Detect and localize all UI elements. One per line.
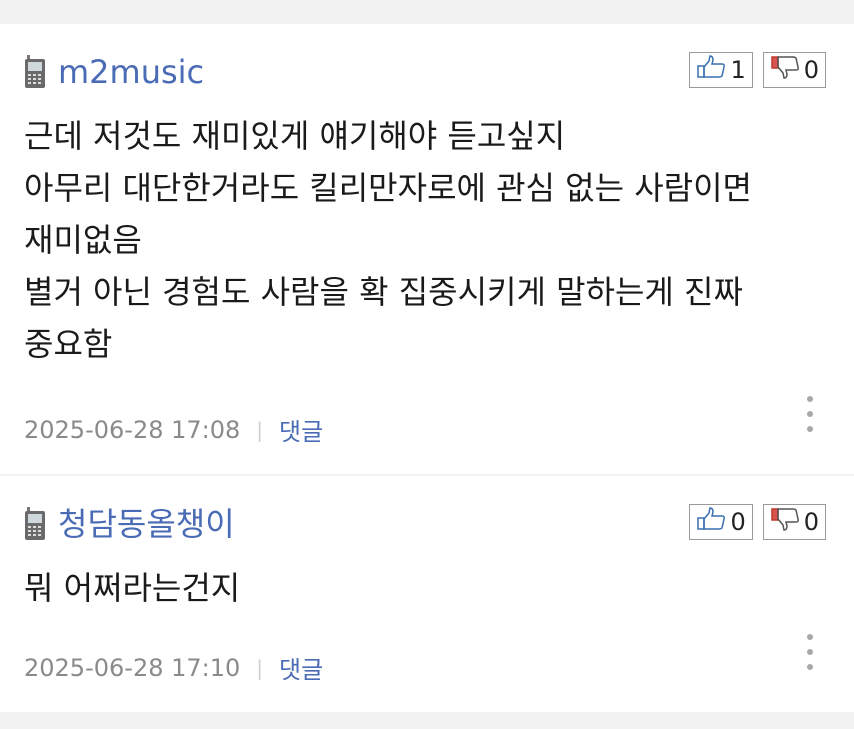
like-count: 1 <box>730 56 746 84</box>
thumbs-down-icon <box>770 507 804 537</box>
like-button[interactable]: 1 <box>689 52 753 88</box>
comment-item: 청담동올챙이 0 0 뭐 어쩌라는건지 2025-06-28 17:10 | 댓… <box>0 476 854 712</box>
dislike-button[interactable]: 0 <box>762 504 826 540</box>
meta-separator: | <box>256 655 264 680</box>
more-vertical-icon <box>807 634 813 640</box>
more-dot <box>807 649 813 655</box>
more-dot <box>807 664 813 670</box>
comment-line: 근데 저것도 재미있게 얘기해야 듣고싶지 <box>24 117 566 155</box>
comment-body: 뭐 어쩌라는건지 <box>24 562 830 614</box>
comment-list: m2music 1 0 근데 저것도 재미있게 얘기해야 듣고싶지 아무리 대단… <box>0 0 854 729</box>
comment-line: 뭐 어쩌라는건지 <box>24 569 241 607</box>
more-vertical-icon <box>807 396 813 402</box>
more-options-button[interactable] <box>804 634 816 670</box>
vote-buttons: 1 0 <box>689 52 826 88</box>
more-dot <box>807 426 813 432</box>
comment-line: 중요함 <box>24 325 113 363</box>
thumbs-down-icon <box>770 55 804 85</box>
mobile-phone-icon <box>24 507 46 541</box>
comment-item: m2music 1 0 근데 저것도 재미있게 얘기해야 듣고싶지 아무리 대단… <box>0 24 854 474</box>
comment-line: 아무리 대단한거라도 킬리만자로에 관심 없는 사람이면 <box>24 169 752 207</box>
comment-author-row: 청담동올챙이 <box>24 504 235 544</box>
meta-separator: | <box>256 417 264 442</box>
reply-link[interactable]: 댓글 <box>279 650 323 685</box>
comment-line: 별거 아닌 경험도 사람을 확 집중시키게 말하는게 진짜 <box>24 273 743 311</box>
mobile-phone-icon <box>24 55 46 89</box>
thumbs-up-icon <box>696 55 730 85</box>
author-name[interactable]: 청담동올챙이 <box>58 504 235 544</box>
reply-link[interactable]: 댓글 <box>279 412 323 447</box>
dislike-count: 0 <box>803 508 819 536</box>
author-name[interactable]: m2music <box>58 52 204 92</box>
comment-meta: 2025-06-28 17:08 | 댓글 <box>24 412 323 447</box>
dislike-button[interactable]: 0 <box>762 52 826 88</box>
thumbs-up-icon <box>696 507 730 537</box>
more-options-button[interactable] <box>804 396 816 432</box>
comment-meta: 2025-06-28 17:10 | 댓글 <box>24 650 323 685</box>
comment-timestamp: 2025-06-28 17:10 <box>24 653 241 682</box>
comment-author-row: m2music <box>24 52 204 92</box>
comment-body: 근데 저것도 재미있게 얘기해야 듣고싶지 아무리 대단한거라도 킬리만자로에 … <box>24 110 830 370</box>
like-button[interactable]: 0 <box>689 504 753 540</box>
dislike-count: 0 <box>803 56 819 84</box>
comment-timestamp: 2025-06-28 17:08 <box>24 415 241 444</box>
more-dot <box>807 411 813 417</box>
comment-line: 재미없음 <box>24 221 142 259</box>
like-count: 0 <box>730 508 746 536</box>
vote-buttons: 0 0 <box>689 504 826 540</box>
